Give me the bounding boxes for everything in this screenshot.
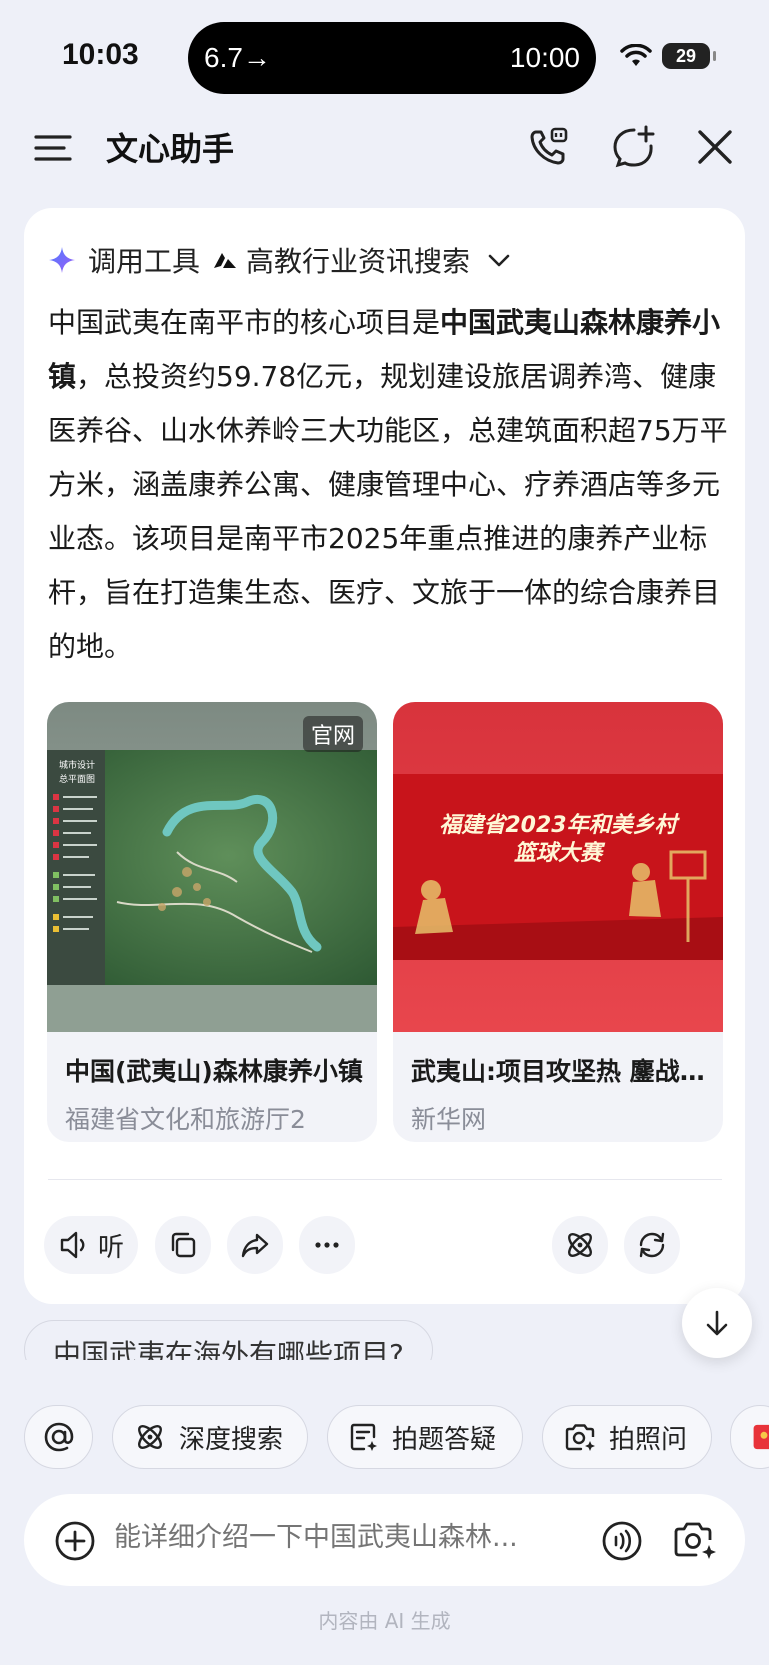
pill-right-text: 10:00: [509, 42, 580, 73]
answer-part-2: ，总投资约59.78亿元，规划建设旅居调养湾、健康医养谷、山水休养岭三大功能区，…: [48, 360, 728, 663]
answer-text: 中国武夷在南平市的核心项目是中国武夷山森林康养小镇，总投资约59.78亿元，规划…: [48, 296, 728, 674]
tool-logo-icon: [210, 245, 241, 275]
svg-text:总平面图: 总平面图: [59, 773, 95, 785]
regenerate-button[interactable]: [624, 1216, 680, 1274]
ai-disclaimer: 内容由 AI 生成: [318, 1609, 451, 1633]
new-chat-icon[interactable]: [610, 124, 656, 170]
source-image-masterplan: 城市设计 总平面图 官网: [47, 702, 377, 1032]
status-time: 10:03: [62, 38, 139, 71]
wifi-icon: [620, 44, 652, 66]
divider: [48, 1179, 722, 1180]
svg-text:城市设计: 城市设计: [59, 759, 95, 771]
dynamic-island: 6.7→ 10:00: [188, 22, 596, 94]
refresh-icon: [639, 1232, 665, 1258]
mention-button[interactable]: [24, 1405, 93, 1469]
source-name: 新华网: [411, 1105, 487, 1134]
share-icon: [241, 1233, 269, 1258]
chip-photo-question[interactable]: 拍题答疑: [327, 1405, 523, 1469]
share-button[interactable]: [227, 1216, 283, 1274]
source-title: 中国(武夷山)森林康养小镇: [65, 1057, 363, 1086]
chip-label: 拍题答疑: [392, 1424, 497, 1455]
deep-think-button[interactable]: [552, 1216, 608, 1274]
chip-photo-ask[interactable]: 拍照问: [542, 1405, 712, 1469]
menu-icon[interactable]: [34, 128, 74, 168]
speaker-icon: [60, 1231, 85, 1259]
status-bar: 10:03 6.7→ 10:00 29: [0, 0, 769, 110]
poster-line-2: 篮球大赛: [514, 840, 606, 866]
message-input[interactable]: [114, 1522, 604, 1553]
battery-indicator: 29: [662, 43, 716, 69]
sparkle-icon: [49, 247, 75, 273]
phone-call-icon[interactable]: [526, 124, 572, 170]
camera-icon: [565, 1424, 595, 1451]
red-packet-icon: [753, 1424, 769, 1450]
atom-icon: [568, 1233, 592, 1257]
voice-input-icon[interactable]: [601, 1520, 643, 1562]
scroll-to-bottom-button[interactable]: [682, 1288, 752, 1358]
answer-part-0: 中国武夷在南平市的核心项目是: [48, 306, 441, 339]
camera-sparkle-icon[interactable]: [672, 1518, 718, 1562]
listen-button[interactable]: 听: [44, 1216, 138, 1274]
deep-search-icon: [138, 1425, 162, 1449]
listen-label: 听: [97, 1232, 124, 1263]
tool-call-row[interactable]: 调用工具 高教行业资讯搜索: [48, 238, 512, 282]
tool-name: 高教行业资讯搜索: [246, 245, 471, 278]
photo-question-icon: [350, 1423, 377, 1451]
chip-deep-search[interactable]: 深度搜索: [112, 1405, 308, 1469]
chip-label: 拍照问: [609, 1424, 688, 1455]
basketball-poster-image: 福建省2023年和美乡村 篮球大赛: [393, 702, 723, 1032]
more-icon: [315, 1242, 339, 1248]
official-site-badge: 官网: [302, 716, 363, 752]
chip-label: 深度搜索: [179, 1424, 284, 1455]
poster-line-1: 福建省2023年和美乡村: [439, 812, 680, 838]
app-header: 文心助手: [0, 110, 769, 190]
plus-icon[interactable]: [54, 1520, 96, 1562]
source-image-basketball: 福建省2023年和美乡村 篮球大赛: [393, 702, 723, 1032]
more-button[interactable]: [299, 1216, 355, 1274]
at-icon: [44, 1422, 73, 1452]
source-card[interactable]: 福建省2023年和美乡村 篮球大赛 武夷山:项目攻坚热 鏖战正当时 新华网: [393, 702, 723, 1142]
arrow-down-icon: [706, 1310, 728, 1336]
tool-prefix: 调用工具: [88, 245, 201, 278]
pill-left-text: 6.7→: [204, 42, 271, 73]
copy-icon: [171, 1232, 196, 1258]
source-name: 福建省文化和旅游厅2: [65, 1105, 306, 1134]
copy-button[interactable]: [155, 1216, 211, 1274]
source-title: 武夷山:项目攻坚热 鏖战正当时: [411, 1057, 711, 1086]
message-input-bar: [24, 1494, 745, 1586]
close-icon[interactable]: [692, 124, 738, 170]
source-card[interactable]: 城市设计 总平面图 官网 中国(武夷山)森林康养小镇 福建省文化和旅游厅2: [47, 702, 377, 1142]
chevron-down-icon[interactable]: [486, 247, 512, 273]
answer-card: 调用工具 高教行业资讯搜索 中国武夷在南平市的核心项目是中国武夷山森林康养小镇，…: [24, 208, 745, 1304]
page-title: 文心助手: [106, 130, 235, 168]
